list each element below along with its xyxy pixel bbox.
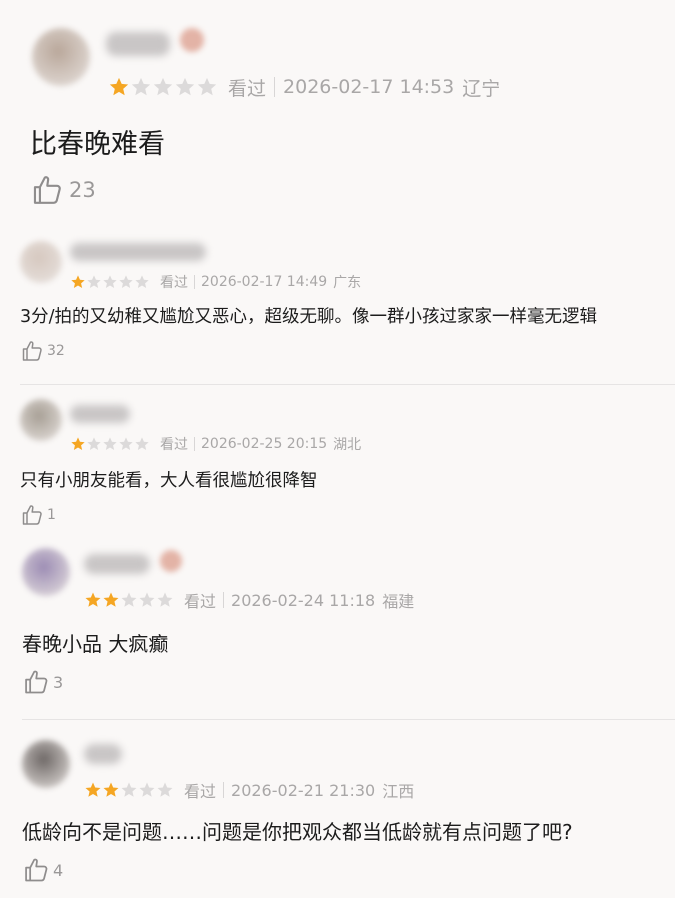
- review-item: 看过 2026-02-25 20:15 湖北 只有小朋友能看，大人看很尴尬很降智…: [0, 385, 675, 540]
- star-rating: [84, 781, 174, 799]
- watched-label: 看过: [184, 592, 217, 611]
- review-text: 只有小朋友能看，大人看很尴尬很降智: [20, 471, 318, 491]
- review-item: 看过 2026-02-24 11:18 福建 春晚小品 大疯癫 3: [0, 540, 675, 720]
- like-count: 4: [53, 860, 64, 880]
- meta-divider: [194, 275, 195, 289]
- star-filled-icon: [109, 77, 129, 96]
- watched-label: 看过: [160, 275, 188, 291]
- star-empty-icon: [103, 437, 117, 450]
- like-button[interactable]: 4: [22, 856, 63, 884]
- like-button[interactable]: 1: [20, 503, 56, 527]
- watched-label: 看过: [160, 437, 188, 453]
- star-filled-icon: [85, 782, 101, 797]
- user-badge-blurred: [160, 550, 182, 572]
- star-empty-icon: [139, 592, 155, 607]
- star-empty-icon: [175, 77, 195, 96]
- username-blurred[interactable]: [70, 243, 206, 261]
- review-meta: 看过 2026-02-17 14:49 广东: [70, 271, 361, 293]
- star-empty-icon: [153, 77, 173, 96]
- star-filled-icon: [71, 437, 85, 450]
- review-text: 春晚小品 大疯癫: [22, 632, 169, 656]
- like-count: 32: [47, 343, 65, 359]
- user-avatar[interactable]: [22, 740, 70, 788]
- watched-label: 看过: [184, 782, 217, 801]
- star-filled-icon: [85, 592, 101, 607]
- star-empty-icon: [121, 782, 137, 797]
- username-blurred[interactable]: [70, 405, 130, 423]
- username-blurred[interactable]: [84, 554, 150, 574]
- review-datetime: 2026-02-17 14:49: [201, 274, 328, 290]
- review-datetime: 2026-02-24 11:18: [231, 590, 376, 610]
- star-empty-icon: [157, 592, 173, 607]
- star-rating: [108, 76, 218, 98]
- review-region: 福建: [382, 592, 415, 611]
- review-datetime: 2026-02-17 14:53: [283, 76, 455, 98]
- star-filled-icon: [71, 275, 85, 288]
- review-datetime: 2026-02-21 21:30: [231, 780, 376, 800]
- review-datetime: 2026-02-25 20:15: [201, 436, 328, 452]
- star-empty-icon: [135, 275, 149, 288]
- user-avatar[interactable]: [32, 28, 90, 86]
- star-empty-icon: [139, 782, 155, 797]
- like-count: 1: [47, 507, 56, 523]
- user-avatar[interactable]: [22, 548, 70, 596]
- meta-divider: [194, 437, 195, 451]
- review-item: 看过 2026-02-21 21:30 江西 低龄向不是问题……问题是你把观众都…: [0, 720, 675, 898]
- like-count: 23: [69, 178, 96, 202]
- meta-divider: [274, 77, 276, 97]
- review-region: 湖北: [333, 437, 362, 453]
- thumbs-up-icon: [22, 668, 50, 696]
- star-rating: [70, 274, 150, 290]
- star-empty-icon: [119, 437, 133, 450]
- like-button[interactable]: 23: [30, 173, 96, 207]
- review-item: 看过 2026-02-17 14:49 广东 3分/拍的又幼稚又尴尬又恶心，超级…: [0, 235, 675, 385]
- like-button[interactable]: 32: [20, 339, 65, 363]
- star-empty-icon: [103, 275, 117, 288]
- review-meta: 看过 2026-02-24 11:18 福建: [84, 588, 414, 612]
- star-empty-icon: [87, 437, 101, 450]
- review-region: 江西: [382, 782, 415, 801]
- meta-divider: [223, 782, 225, 798]
- meta-divider: [223, 592, 225, 608]
- thumbs-up-icon: [20, 339, 44, 363]
- star-empty-icon: [197, 77, 217, 96]
- username-blurred[interactable]: [84, 744, 122, 764]
- watched-label: 看过: [228, 77, 267, 100]
- thumbs-up-icon: [30, 173, 64, 207]
- user-badge-blurred: [180, 28, 204, 52]
- review-text: 低龄向不是问题……问题是你把观众都当低龄就有点问题了吧?: [22, 820, 573, 844]
- star-filled-icon: [103, 782, 119, 797]
- username-blurred[interactable]: [106, 32, 170, 56]
- thumbs-up-icon: [22, 856, 50, 884]
- star-empty-icon: [131, 77, 151, 96]
- star-filled-icon: [103, 592, 119, 607]
- user-avatar[interactable]: [20, 241, 62, 283]
- user-avatar[interactable]: [20, 399, 62, 441]
- review-item: 看过 2026-02-17 14:53 辽宁 比春晚难看 23: [0, 0, 675, 235]
- star-rating: [70, 436, 150, 452]
- review-meta: 看过 2026-02-17 14:53 辽宁: [108, 72, 500, 102]
- like-count: 3: [53, 672, 64, 692]
- star-empty-icon: [157, 782, 173, 797]
- review-meta: 看过 2026-02-21 21:30 江西: [84, 778, 414, 802]
- review-meta: 看过 2026-02-25 20:15 湖北: [70, 433, 361, 455]
- review-region: 辽宁: [462, 77, 501, 100]
- review-text: 3分/拍的又幼稚又尴尬又恶心，超级无聊。像一群小孩过家家一样毫无逻辑: [20, 307, 598, 327]
- star-empty-icon: [119, 275, 133, 288]
- star-empty-icon: [135, 437, 149, 450]
- like-button[interactable]: 3: [22, 668, 63, 696]
- thumbs-up-icon: [20, 503, 44, 527]
- review-region: 广东: [333, 275, 362, 291]
- star-empty-icon: [87, 275, 101, 288]
- star-empty-icon: [121, 592, 137, 607]
- review-text: 比春晚难看: [30, 129, 165, 160]
- star-rating: [84, 591, 174, 609]
